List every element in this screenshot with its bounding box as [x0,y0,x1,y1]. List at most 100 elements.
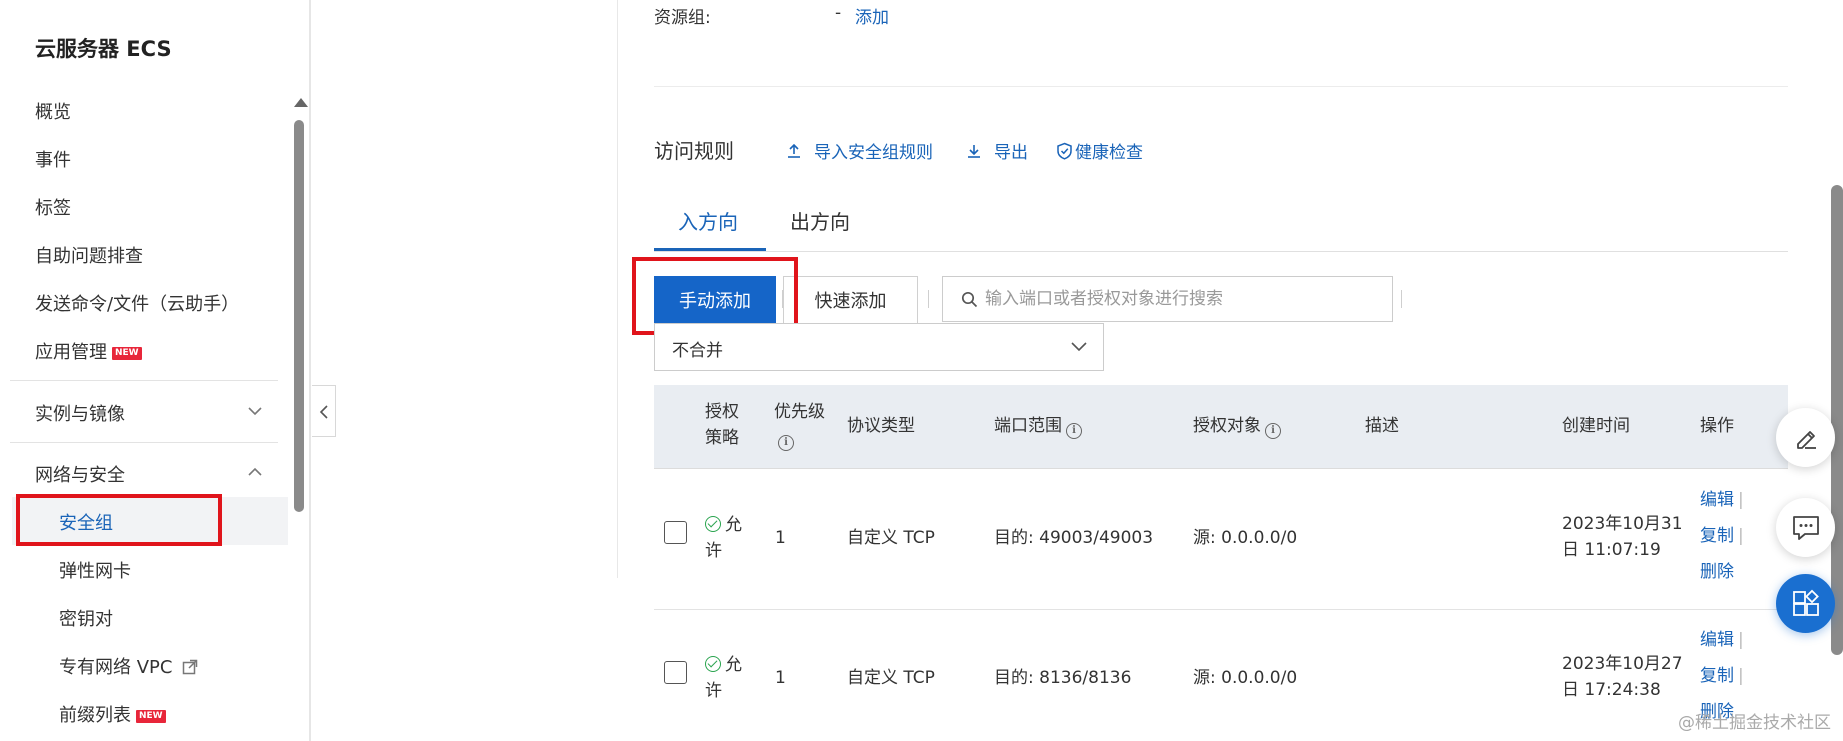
sidebar: 云服务器 ECS 概览 事件 标签 自助问题排查 发送命令/文件（云助手） 应用… [0,0,311,741]
edit-link[interactable]: 编辑 [1700,490,1734,510]
header-port-range-label: 端口范围 [994,416,1062,436]
merge-select[interactable]: 不合并 [654,323,1104,371]
sidebar-item-keypair[interactable]: 密钥对 [59,605,113,631]
quick-add-button[interactable]: 快速添加 [783,276,918,324]
sidebar-item-label: 前缀列表 [59,705,131,726]
import-rules-link[interactable]: 导入安全组规则 [786,138,933,163]
chevron-down-icon [248,407,262,416]
row-policy-line2: 许 [705,541,722,561]
row-created: 2023年10月27 日 17:24:38 [1562,651,1683,703]
active-tab-indicator [654,248,766,251]
info-icon[interactable]: i [778,435,794,451]
header-port-range: 端口范围 i [994,413,1082,439]
row-port-range: 目的: 49003/49003 [994,528,1154,548]
row-policy: 允 许 [705,652,742,704]
header-protocol: 协议类型 [847,416,915,436]
row-policy-line1: 允 [725,515,742,535]
sidebar-item-troubleshoot[interactable]: 自助问题排查 [35,242,143,268]
copy-link[interactable]: 复制 [1700,526,1734,546]
sidebar-item-prefix-list[interactable]: 前缀列表 NEW [59,701,166,727]
resource-group-value: - [835,3,842,23]
sidebar-group-instances-images[interactable]: 实例与镜像 [35,400,270,426]
chat-icon [1792,515,1819,540]
sidebar-item-label: 专有网络 VPC [59,657,173,678]
merge-select-value: 不合并 [672,341,723,361]
import-rules-label: 导入安全组规则 [814,143,933,163]
sidebar-item-send-command[interactable]: 发送命令/文件（云助手） [35,290,239,316]
table-row: 允 许 1 自定义 TCP 目的: 8136/8136 源: 0.0.0.0/0… [654,610,1788,741]
access-rules-title: 访问规则 [654,139,734,163]
new-badge: NEW [136,710,166,723]
main-scrollbar[interactable] [1831,185,1843,655]
header-ops: 操作 [1700,416,1734,436]
chevron-left-icon [319,405,328,419]
row-policy: 允 许 [705,512,742,564]
row-policy-line1: 允 [725,655,742,675]
row-protocol: 自定义 TCP [847,528,935,548]
new-badge: NEW [112,347,142,360]
sidebar-divider [10,442,278,443]
sidebar-title: 云服务器 ECS [35,37,172,61]
resource-group-label: 资源组: [654,8,711,28]
sidebar-item-app-management[interactable]: 应用管理 NEW [35,338,142,364]
table-row: 允 许 1 自定义 TCP 目的: 49003/49003 源: 0.0.0.0… [654,470,1788,610]
header-created: 创建时间 [1562,416,1630,436]
check-circle-icon [705,656,721,672]
row-port-range: 目的: 8136/8136 [994,668,1132,688]
row-ops: 编辑 | 复制 | 删除 [1700,490,1744,582]
upload-icon [788,143,800,158]
chat-button[interactable] [1776,498,1835,557]
check-circle-icon [705,516,721,532]
chevron-down-icon [1071,342,1087,352]
row-checkbox[interactable] [664,521,687,544]
tab-outbound[interactable]: 出方向 [790,206,850,235]
row-policy-line2: 许 [705,681,722,701]
sidebar-item-events[interactable]: 事件 [35,146,71,172]
export-link[interactable]: 导出 [966,138,1028,163]
sidebar-item-vpc[interactable]: 专有网络 VPC [59,653,198,679]
delete-link[interactable]: 删除 [1700,562,1734,582]
sidebar-group-label: 实例与镜像 [35,404,125,425]
feedback-edit-button[interactable] [1776,408,1835,467]
sidebar-item-tags[interactable]: 标签 [35,194,71,220]
search-input[interactable] [985,285,1375,313]
pencil-icon [1796,430,1816,449]
copy-link[interactable]: 复制 [1700,666,1734,686]
row-checkbox[interactable] [664,661,687,684]
external-link-icon [182,659,198,675]
header-priority-label: 优先级 [774,402,825,422]
scroll-up-arrow-icon[interactable] [294,98,308,107]
sidebar-group-label: 网络与安全 [35,465,125,486]
tab-inbound[interactable]: 入方向 [678,206,738,235]
row-created-line1: 2023年10月31 [1562,514,1683,534]
highlight-box-security-group [16,494,222,546]
sidebar-item-eni[interactable]: 弹性网卡 [59,557,131,583]
header-auth-object-label: 授权对象 [1193,416,1261,436]
header-auth-object: 授权对象 i [1193,413,1281,439]
export-label: 导出 [994,143,1028,163]
edit-link[interactable]: 编辑 [1700,630,1734,650]
apps-button[interactable] [1776,574,1835,633]
table-header: 授权 策略 优先级 i 协议类型 端口范围 i 授权对象 i 描述 创建时间 操作 [654,385,1788,469]
info-icon[interactable]: i [1265,423,1281,439]
sidebar-collapse-button[interactable] [312,385,336,437]
resource-group-add-link[interactable]: 添加 [855,3,889,28]
sidebar-scrollbar[interactable] [294,120,304,512]
info-icon[interactable]: i [1066,423,1082,439]
direction-tabs: 入方向 出方向 [654,200,1788,252]
row-created-line2: 日 17:24:38 [1562,680,1661,700]
health-check-label: 健康检查 [1075,143,1143,163]
watermark: @稀土掘金技术社区 [1678,713,1831,733]
row-auth-object: 源: 0.0.0.0/0 [1193,668,1298,688]
header-policy: 授权 策略 [705,399,739,451]
shield-check-icon [1057,142,1072,160]
row-created-line1: 2023年10月27 [1562,654,1683,674]
row-auth-object: 源: 0.0.0.0/0 [1193,528,1298,548]
search-icon [961,291,978,308]
health-check-link[interactable]: 健康检查 [1056,138,1143,163]
sidebar-group-network-security[interactable]: 网络与安全 [35,461,270,487]
content-divider [617,0,618,578]
search-box[interactable] [942,276,1393,322]
row-created: 2023年10月31 日 11:07:19 [1562,511,1683,563]
sidebar-item-overview[interactable]: 概览 [35,98,71,124]
